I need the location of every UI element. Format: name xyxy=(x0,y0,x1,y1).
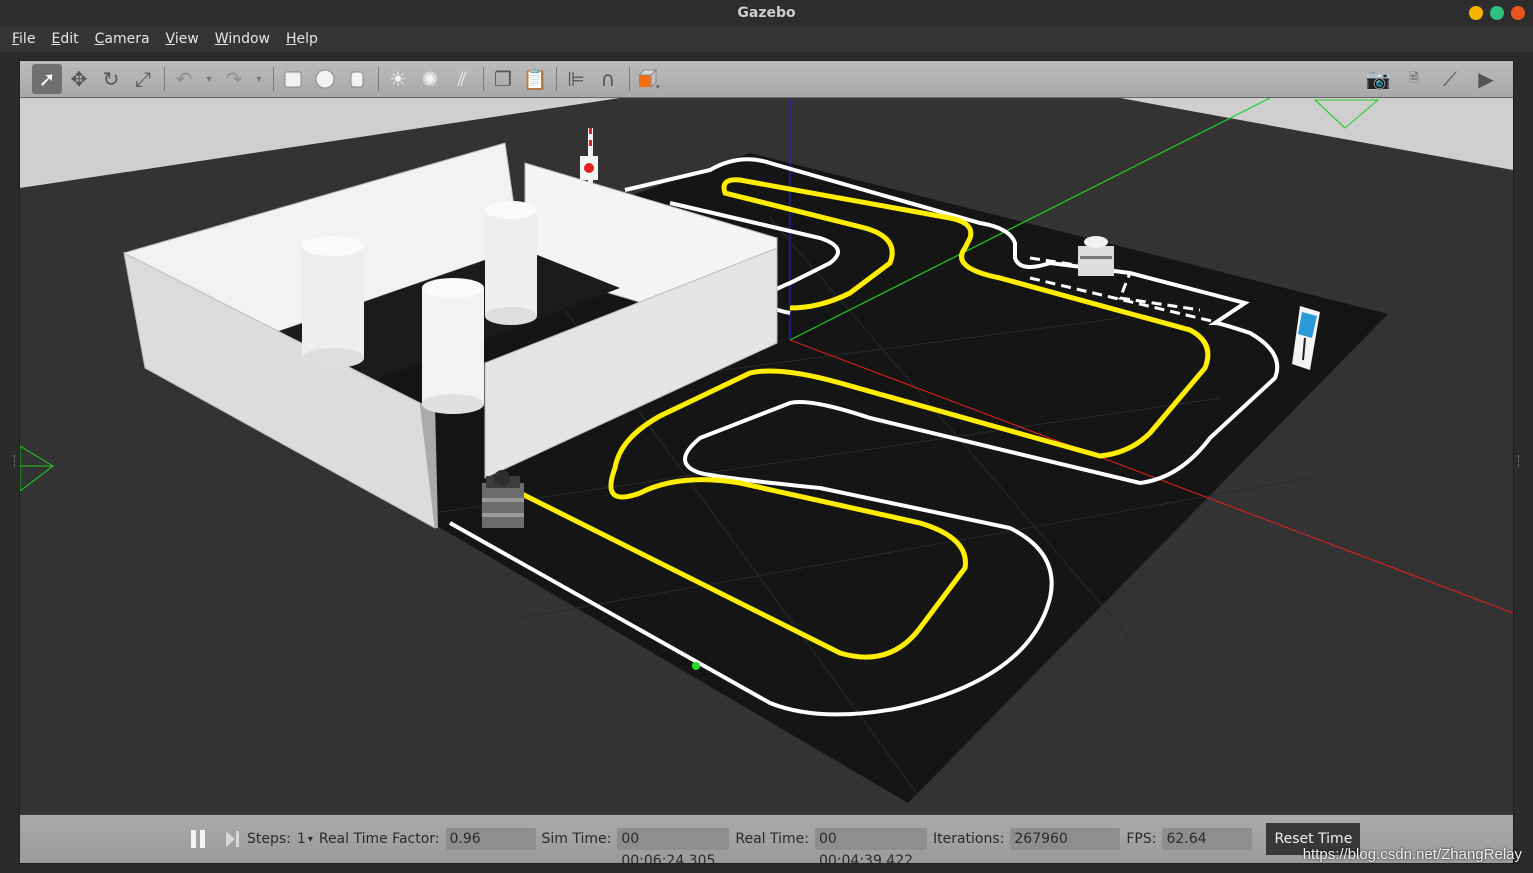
copy-icon[interactable]: ❐ xyxy=(488,64,518,94)
menu-help[interactable]: Help xyxy=(278,26,326,52)
screenshot-camera-icon[interactable]: 📷 xyxy=(1363,64,1393,94)
toolbar-separator xyxy=(629,67,630,91)
3d-viewport[interactable] xyxy=(20,98,1513,813)
toolbar-separator xyxy=(556,67,557,91)
menu-file[interactable]: File xyxy=(4,26,43,52)
right-panel-grip[interactable] xyxy=(1518,455,1520,467)
close-button[interactable] xyxy=(1511,6,1525,20)
toolbar-separator xyxy=(483,67,484,91)
iterations-value: 267960 xyxy=(1010,828,1121,850)
steps-spinner[interactable]: 1 xyxy=(297,831,306,847)
point-light-icon[interactable]: ☀ xyxy=(383,64,413,94)
left-panel-grip[interactable] xyxy=(14,455,16,467)
rtf-label: Real Time Factor: xyxy=(318,831,440,847)
steps-dropdown-icon[interactable]: ▾ xyxy=(308,834,313,845)
undo-icon[interactable]: ↶ xyxy=(169,64,199,94)
rotate-icon[interactable]: ↻ xyxy=(96,64,126,94)
translate-icon[interactable]: ✥ xyxy=(64,64,94,94)
scene-render xyxy=(20,98,1513,813)
sim-time-value: 00 00:06:24.305 xyxy=(617,828,730,869)
robot-model xyxy=(482,470,524,528)
menu-bar: File Edit Camera View Window Help xyxy=(0,26,1533,52)
toolbar-separator xyxy=(378,67,379,91)
sphere-shape-icon[interactable] xyxy=(310,64,340,94)
minimize-button[interactable] xyxy=(1469,6,1483,20)
fps-value: 62.64 xyxy=(1162,828,1253,850)
status-bar: Steps: 1 ▾ Real Time Factor: 0.96 Sim Ti… xyxy=(20,815,1513,869)
steps-label: Steps: xyxy=(247,831,291,847)
box-shape-icon[interactable] xyxy=(278,64,308,94)
step-forward-icon[interactable] xyxy=(221,826,243,852)
rtf-value: 0.96 xyxy=(445,828,536,850)
real-time-label: Real Time: xyxy=(735,831,809,847)
real-time-value: 00 00:04:39.422 xyxy=(814,828,927,869)
watermark: https://blog.csdn.net/ZhangRelay xyxy=(1302,846,1522,863)
goal-marker xyxy=(692,662,700,670)
iterations-label: Iterations: xyxy=(932,831,1005,847)
redo-dropdown-icon[interactable]: ▾ xyxy=(251,64,267,94)
cylinder-obstacle xyxy=(422,278,484,414)
spot-light-icon[interactable]: ✺ xyxy=(415,64,445,94)
toolbar-separator xyxy=(273,67,274,91)
directional-light-icon[interactable]: ⫽ xyxy=(447,64,477,94)
align-icon[interactable]: ⊫ xyxy=(561,64,591,94)
redo-icon[interactable]: ↷ xyxy=(219,64,249,94)
fps-label: FPS: xyxy=(1126,831,1157,847)
menu-camera[interactable]: Camera xyxy=(87,26,158,52)
cylinder-obstacle xyxy=(302,236,364,368)
menu-window[interactable]: Window xyxy=(207,26,278,52)
cylinder-obstacle xyxy=(485,201,537,325)
maximize-button[interactable] xyxy=(1490,6,1504,20)
window-title: Gazebo xyxy=(737,5,796,21)
window-titlebar: Gazebo xyxy=(0,0,1533,26)
view-angle-icon[interactable]: ▾ xyxy=(634,64,664,94)
cylinder-shape-icon[interactable] xyxy=(342,64,372,94)
undo-dropdown-icon[interactable]: ▾ xyxy=(201,64,217,94)
select-arrow-icon[interactable]: ➚ xyxy=(32,64,62,94)
toolbar: ➚ ✥ ↻ ⤢ ↶ ▾ ↷ ▾ ☀ ✺ ⫽ ❐ 📋 ⊫ ∩ ▾ 📷 🗎 ⟋ ▶ xyxy=(20,61,1513,98)
paste-icon[interactable]: 📋 xyxy=(520,64,550,94)
scale-icon[interactable]: ⤢ xyxy=(128,64,158,94)
menu-view[interactable]: View xyxy=(158,26,207,52)
sim-time-label: Sim Time: xyxy=(541,831,612,847)
snap-magnet-icon[interactable]: ∩ xyxy=(593,64,623,94)
toolbar-separator xyxy=(164,67,165,91)
plot-icon[interactable]: ⟋ xyxy=(1435,64,1465,94)
record-video-icon[interactable]: ▶ xyxy=(1471,64,1501,94)
log-icon[interactable]: 🗎 xyxy=(1399,64,1429,94)
svg-text:▾: ▾ xyxy=(656,83,660,90)
pause-button[interactable] xyxy=(185,826,211,852)
menu-edit[interactable]: Edit xyxy=(43,26,86,52)
